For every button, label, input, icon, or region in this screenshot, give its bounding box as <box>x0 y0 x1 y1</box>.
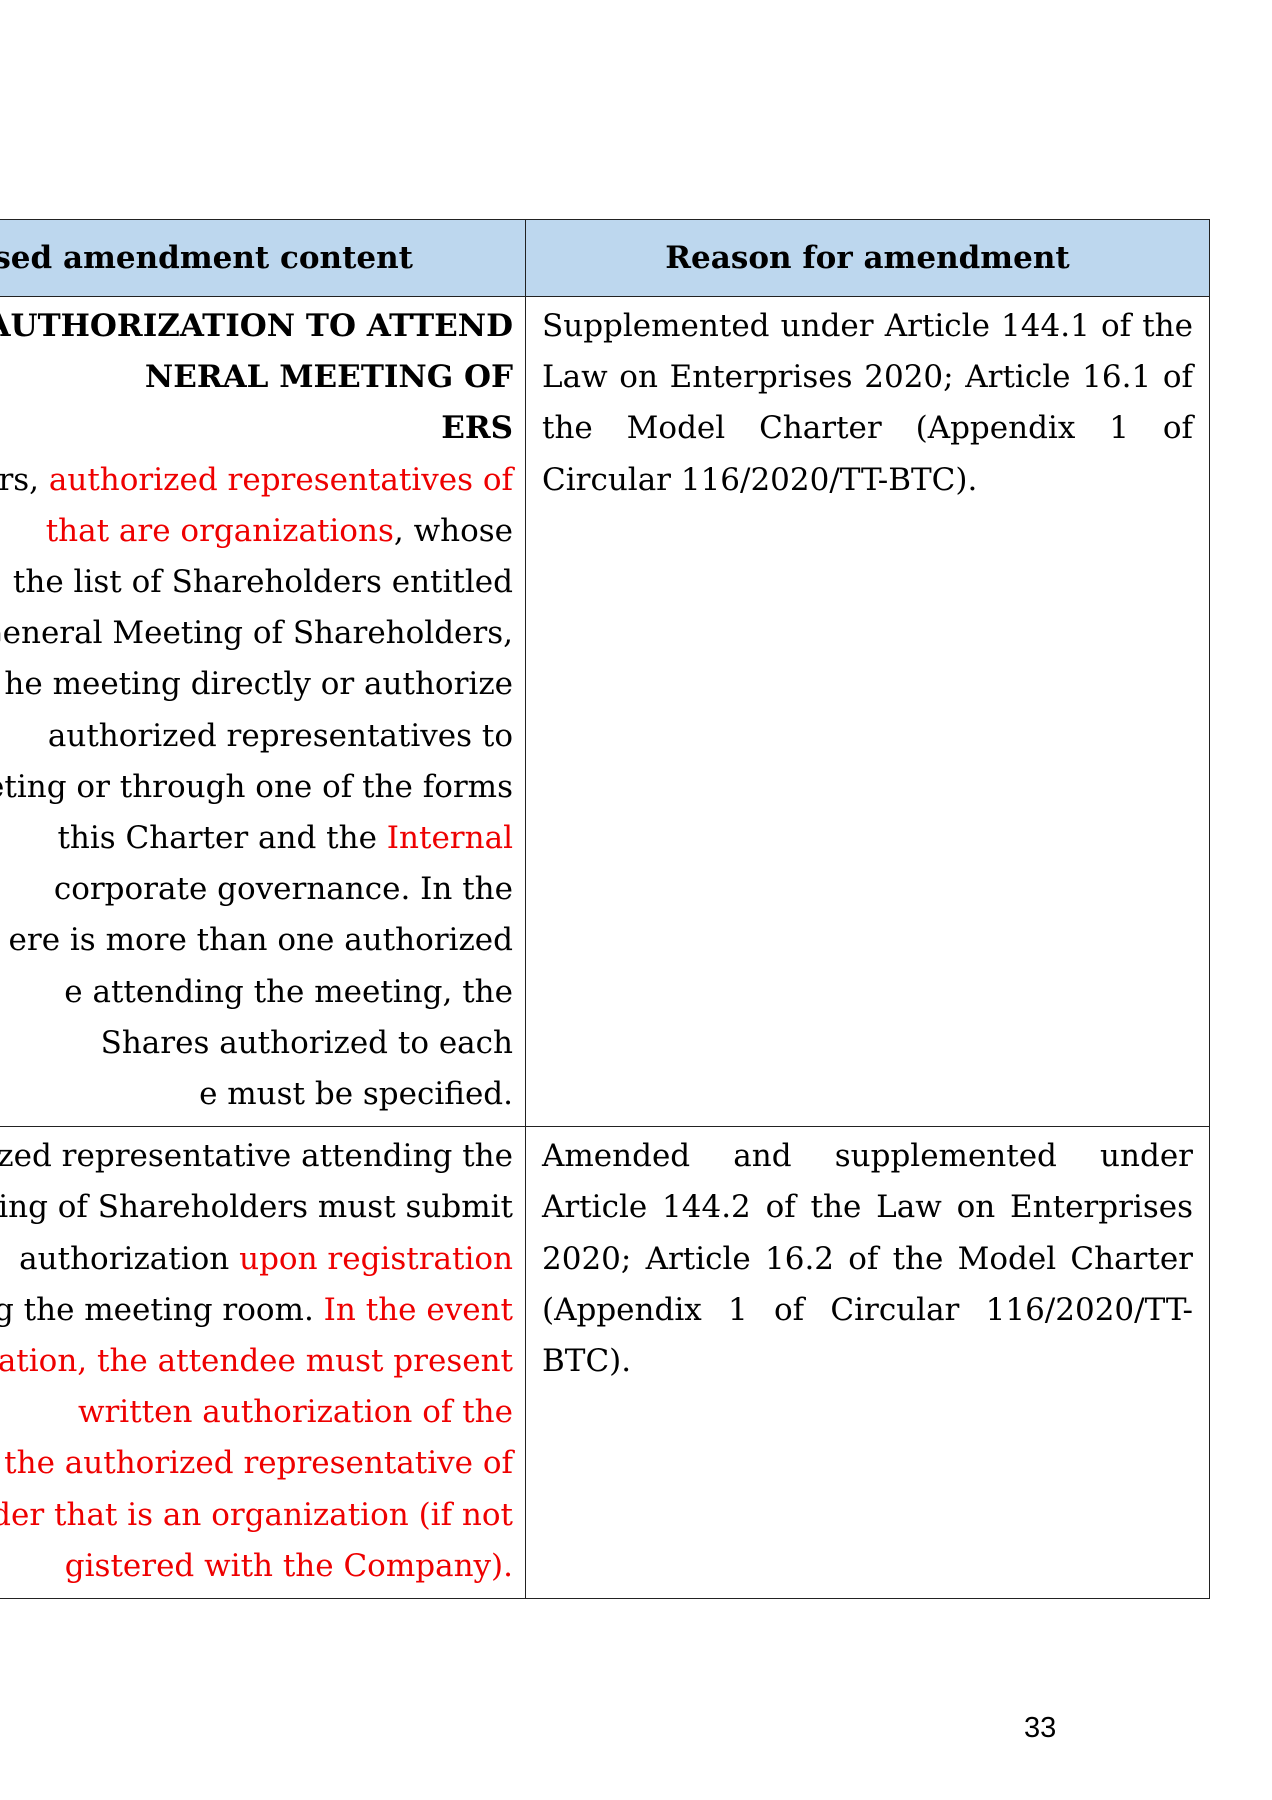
amended-text: the authorized representative of <box>4 1445 513 1482</box>
content-line: ERS <box>0 403 513 454</box>
content-line: Shares authorized to each <box>0 1018 513 1069</box>
content-text: he meeting directly or authorize <box>4 666 513 703</box>
table-header-row: sed amendment content Reason for amendme… <box>0 219 1210 297</box>
amendment-table-wrapper: sed amendment content Reason for amendme… <box>0 219 1210 1600</box>
content-line: ing of Shareholders must submit <box>0 1182 513 1233</box>
amended-text: upon registration <box>239 1240 513 1277</box>
amended-text: zation, the attendee must present <box>0 1343 513 1380</box>
content-text: authorized representatives to <box>47 717 513 754</box>
content-line: zation, the attendee must present <box>0 1336 513 1387</box>
content-text: ere is more than one authorized <box>8 922 513 959</box>
content-line: General Meeting of Shareholders, <box>0 608 513 659</box>
content-text: , whose <box>393 512 513 549</box>
content-text: e must be specified. <box>199 1076 513 1113</box>
content-text: authorization <box>19 1240 240 1277</box>
content-line: gistered with the Company). <box>0 1541 513 1592</box>
page-number: 33 <box>1024 1712 1057 1744</box>
content-text: General Meeting of Shareholders, <box>0 615 513 652</box>
content-line: authorized representatives to <box>0 711 513 762</box>
content-text: e attending the meeting, the <box>64 973 513 1010</box>
content-line: e attending the meeting, the <box>0 967 513 1018</box>
article-heading-text: AUTHORIZATION TO ATTEND <box>0 308 513 344</box>
amendment-content-cell: AUTHORIZATION TO ATTEND NERAL MEETING OF E… <box>0 295 526 1128</box>
table-row: AUTHORIZATION TO ATTEND NERAL MEETING OF E… <box>0 295 1210 1128</box>
article-heading-text: NERAL MEETING OF <box>144 359 513 396</box>
content-line: NERAL MEETING OF <box>0 352 513 403</box>
content-line: corporate governance. In the <box>0 864 513 915</box>
table-row: ized representative attending the ing of … <box>0 1126 1210 1600</box>
content-text: corporate governance. In the <box>53 871 513 908</box>
header-reason: Reason for amendment <box>525 219 1210 297</box>
content-line: rs, authorized representatives of <box>0 455 513 506</box>
content-line: this Charter and the Internal <box>0 813 513 864</box>
content-text: ized representative attending the <box>0 1138 513 1175</box>
amended-text: authorized representatives of <box>48 461 513 498</box>
content-line: eting or through one of the forms <box>0 762 513 813</box>
content-text: ng the meeting room. <box>0 1291 324 1328</box>
content-line: der that is an organization (if not <box>0 1490 513 1541</box>
content-text: ing of Shareholders must submit <box>0 1189 513 1226</box>
content-line: ng the meeting room. In the event <box>0 1285 513 1336</box>
content-line: AUTHORIZATION TO ATTEND <box>0 301 513 352</box>
amended-text: der that is an organization (if not <box>0 1496 513 1533</box>
header-amendment-content: sed amendment content <box>0 219 526 297</box>
content-text: eting or through one of the forms <box>0 768 513 805</box>
amended-text: that are organizations <box>45 512 394 549</box>
amendment-content-cell: ized representative attending the ing of … <box>0 1126 526 1600</box>
amendment-table: sed amendment content Reason for amendme… <box>0 219 1210 1600</box>
content-line: ere is more than one authorized <box>0 915 513 966</box>
content-text: rs, <box>0 461 49 498</box>
article-heading-text: ERS <box>441 410 513 447</box>
content-line: the authorized representative of <box>0 1438 513 1489</box>
amended-text: gistered with the Company). <box>64 1547 513 1584</box>
content-text: this Charter and the <box>57 820 387 857</box>
amendment-reason-cell: Amended and supplemented under Article 1… <box>525 1126 1210 1600</box>
amended-text: In the event <box>323 1291 513 1328</box>
content-line: that are organizations, whose <box>0 506 513 557</box>
content-line: ized representative attending the <box>0 1131 513 1182</box>
content-line: e must be specified. <box>0 1069 513 1120</box>
content-line: written authorization of the <box>0 1387 513 1438</box>
amended-text: written authorization of the <box>77 1394 513 1431</box>
content-line: authorization upon registration <box>0 1234 513 1285</box>
content-text: the list of Shareholders entitled <box>12 564 513 601</box>
amendment-reason-cell: Supplemented under Article 144.1 of the … <box>525 295 1210 1128</box>
content-line: he meeting directly or authorize <box>0 659 513 710</box>
content-text: Shares authorized to each <box>100 1024 513 1061</box>
content-line: the list of Shareholders entitled <box>0 557 513 608</box>
amended-text: Internal <box>386 820 513 857</box>
